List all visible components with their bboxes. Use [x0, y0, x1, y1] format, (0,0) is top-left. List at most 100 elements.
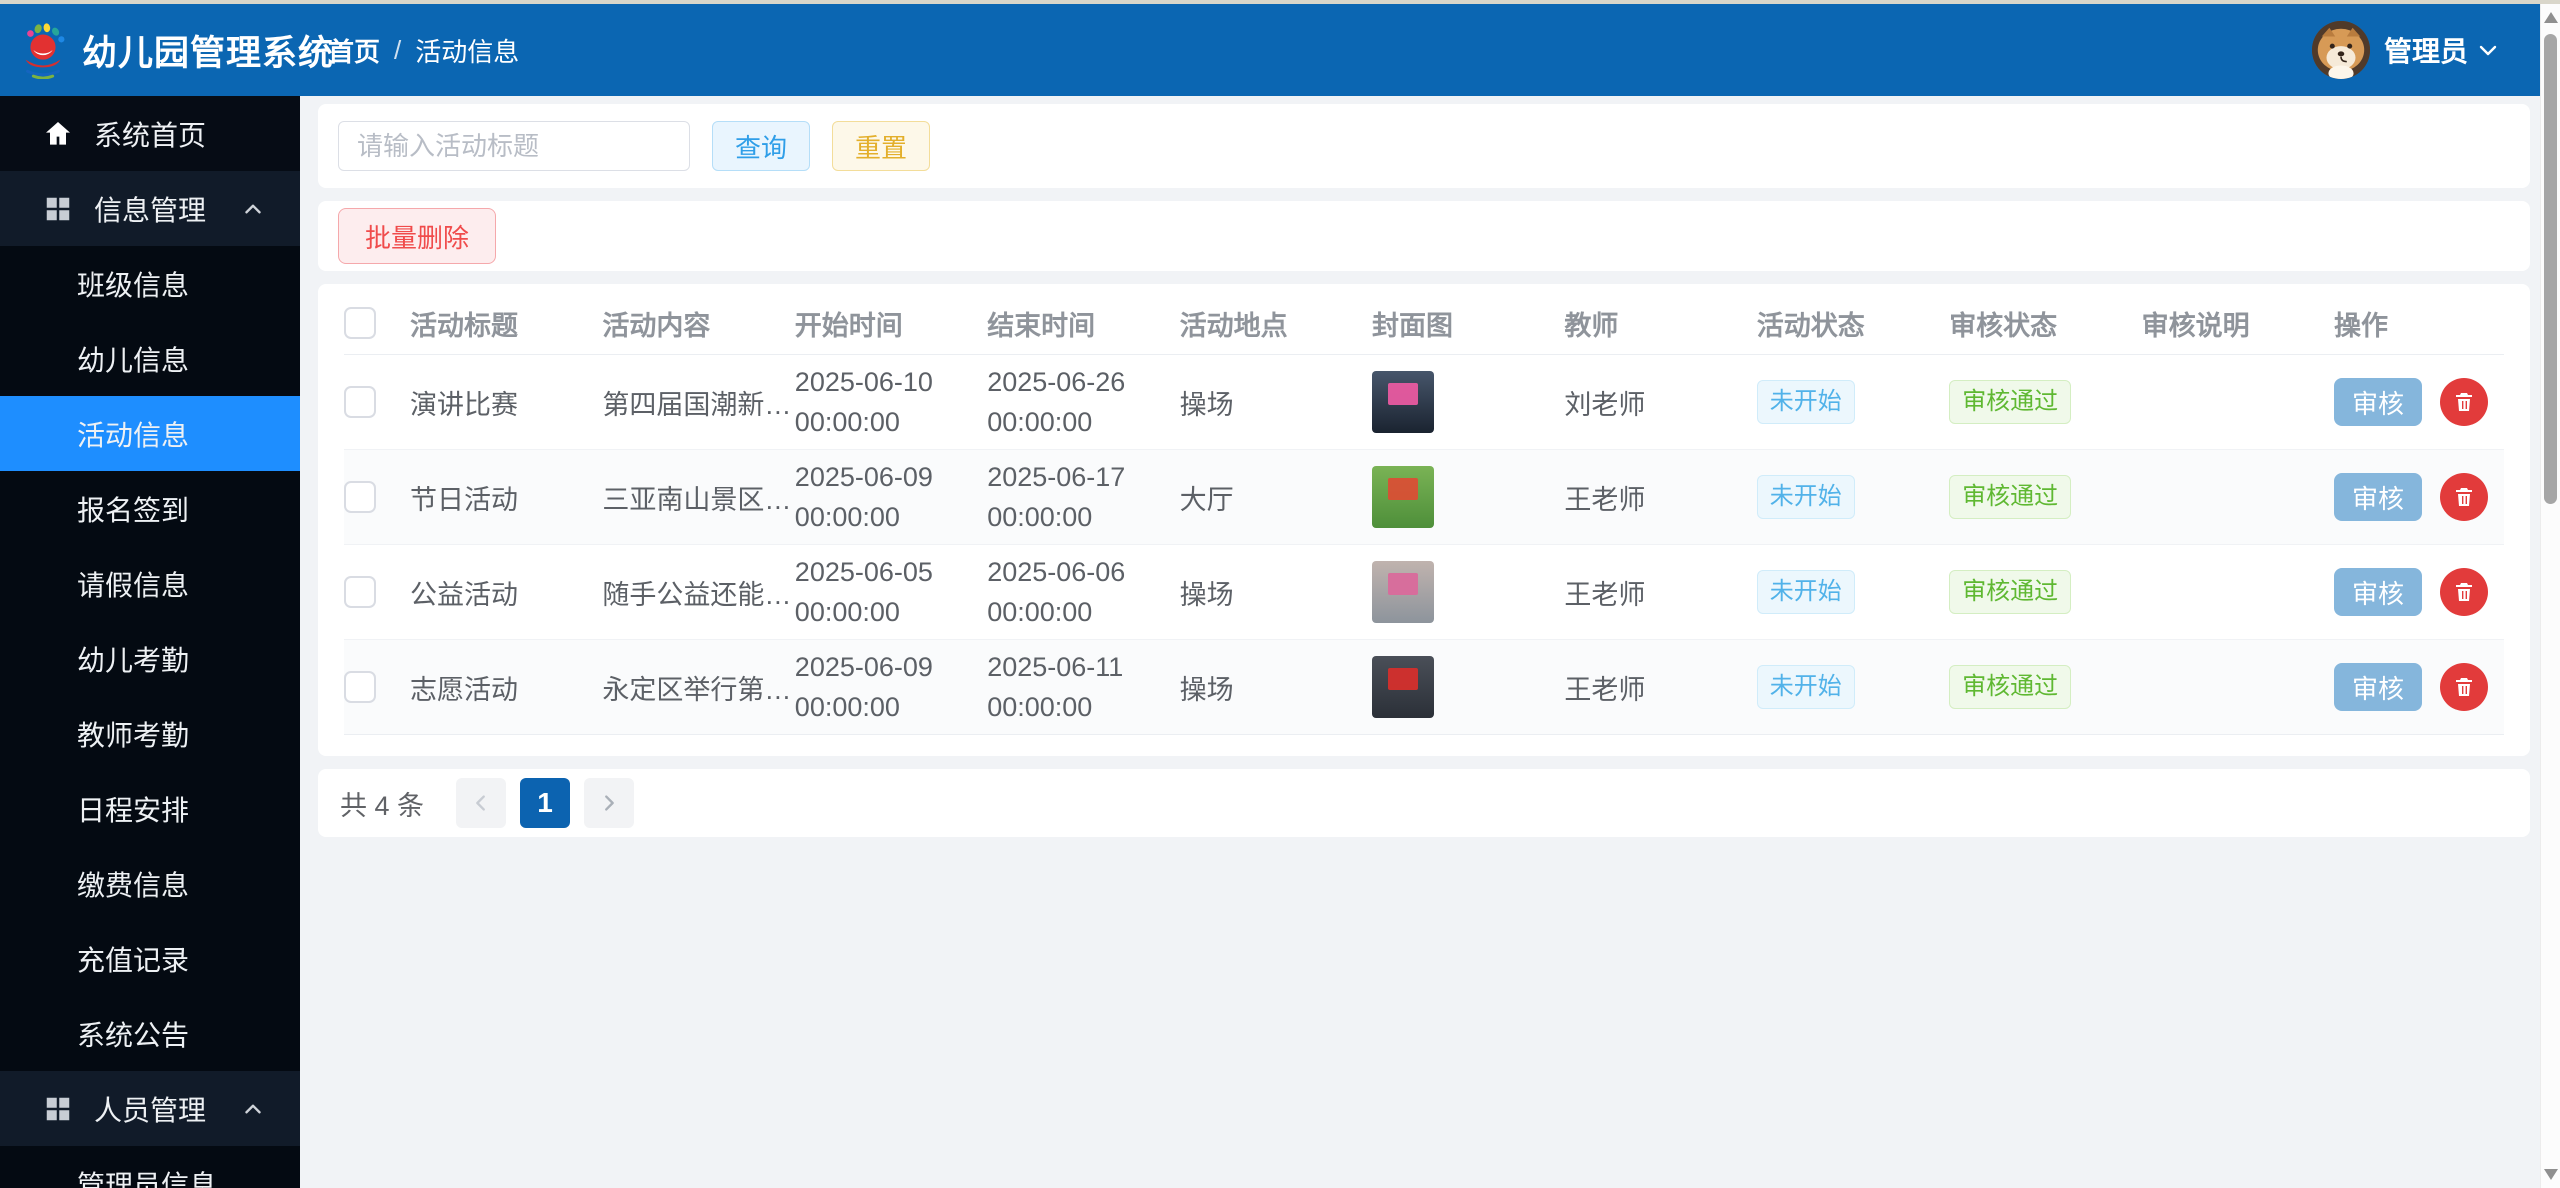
start-time: 2025-06-09 00:00:00 [794, 462, 933, 532]
sidebar-item-label: 活动信息 [77, 419, 190, 451]
row-checkbox[interactable] [344, 481, 376, 513]
pagination-page-1[interactable]: 1 [520, 778, 571, 828]
sidebar-group-personnel[interactable]: 人员管理 [0, 1071, 300, 1146]
delete-button[interactable] [2440, 663, 2488, 711]
batch-delete-button[interactable]: 批量删除 [338, 208, 497, 264]
user-menu[interactable]: 管理员 [2311, 21, 2500, 79]
pagination-next-button[interactable] [584, 778, 635, 828]
col-header-title: 活动标题 [410, 310, 518, 341]
sidebar-item-signup[interactable]: 报名签到 [0, 471, 300, 546]
audit-badge: 审核通过 [1949, 380, 2072, 424]
sidebar-item-schedule[interactable]: 日程安排 [0, 771, 300, 846]
table-row: 节日活动 三亚南山景区… 2025-06-09 00:00:00 2025-06-… [344, 450, 2504, 545]
review-button[interactable]: 审核 [2333, 568, 2422, 616]
end-time: 2025-06-11 00:00:00 [987, 652, 1124, 722]
sidebar-item-recharge[interactable]: 充值记录 [0, 921, 300, 996]
activity-title: 演讲比赛 [410, 389, 518, 420]
sidebar-item-label: 日程安排 [77, 794, 190, 826]
query-button[interactable]: 查询 [712, 121, 811, 171]
col-header-status: 活动状态 [1756, 310, 1865, 341]
activity-content: 三亚南山景区… [602, 484, 792, 515]
sidebar-item-label: 幼儿考勤 [77, 644, 190, 676]
row-checkbox[interactable] [344, 576, 376, 608]
activity-content: 第四届国潮新… [602, 389, 792, 420]
delete-button[interactable] [2440, 473, 2488, 521]
sidebar-group-label: 信息管理 [94, 194, 207, 226]
trash-icon [2456, 583, 2472, 601]
pagination-prev-button[interactable] [456, 778, 507, 828]
sidebar-item-leave-info[interactable]: 请假信息 [0, 546, 300, 621]
activity-cover-image [1371, 656, 1434, 718]
audit-badge: 审核通过 [1949, 475, 2072, 519]
pagination-total: 共 4 条 [340, 790, 425, 821]
col-header-cover: 封面图 [1371, 310, 1453, 341]
sidebar-item-label: 请假信息 [77, 569, 190, 601]
activity-content: 永定区举行第… [602, 674, 792, 705]
user-avatar [2311, 21, 2370, 79]
breadcrumb-separator: / [394, 34, 402, 65]
sidebar-item-activity-info[interactable]: 活动信息 [0, 396, 300, 471]
sidebar-item-label: 缴费信息 [77, 869, 190, 901]
review-button[interactable]: 审核 [2333, 473, 2422, 521]
chevron-up-icon [240, 196, 266, 222]
audit-badge: 审核通过 [1949, 665, 2072, 709]
activity-teacher: 刘老师 [1564, 389, 1646, 420]
activity-teacher: 王老师 [1564, 484, 1646, 515]
status-badge: 未开始 [1756, 380, 1855, 424]
start-time: 2025-06-10 00:00:00 [794, 367, 933, 437]
home-icon [40, 116, 76, 152]
sidebar-item-label: 教师考勤 [77, 719, 190, 751]
activity-cover-image [1371, 371, 1434, 433]
end-time: 2025-06-06 00:00:00 [987, 557, 1126, 627]
page-scrollbar[interactable] [2540, 4, 2560, 1188]
sidebar-item-announcement[interactable]: 系统公告 [0, 996, 300, 1071]
scroll-up-arrow-icon[interactable] [2544, 12, 2558, 23]
search-input[interactable] [338, 121, 690, 171]
col-header-end: 结束时间 [987, 310, 1096, 341]
status-badge: 未开始 [1756, 570, 1855, 614]
breadcrumb-home-link[interactable]: 首页 [328, 32, 380, 69]
sidebar-item-label: 班级信息 [77, 269, 190, 301]
activity-location: 大厅 [1179, 484, 1234, 515]
delete-button[interactable] [2440, 378, 2488, 426]
status-badge: 未开始 [1756, 475, 1855, 519]
app-title: 幼儿园管理系统 [82, 33, 335, 73]
main-content: 查询 重置 批量删除 活动标题 活动内容 开始时间 结束时间 活动地点 封面图 … [300, 96, 2540, 1188]
chevron-left-icon [476, 795, 485, 811]
breadcrumb: 首页 / 活动信息 [328, 32, 519, 69]
row-checkbox[interactable] [344, 386, 376, 418]
row-checkbox[interactable] [344, 671, 376, 703]
sidebar-item-home[interactable]: 系统首页 [0, 96, 300, 171]
sidebar-group-info[interactable]: 信息管理 [0, 171, 300, 246]
col-header-ops: 操作 [2333, 310, 2388, 341]
trash-icon [2456, 393, 2472, 411]
sidebar-item-label: 管理员信息 [77, 1169, 218, 1188]
sidebar-item-class-info[interactable]: 班级信息 [0, 246, 300, 321]
grid-icon [40, 191, 76, 227]
activity-location: 操场 [1179, 674, 1234, 705]
trash-icon [2456, 488, 2472, 506]
delete-button[interactable] [2440, 568, 2488, 616]
logo-area: 幼儿园管理系统 [0, 21, 333, 79]
col-header-content: 活动内容 [602, 310, 711, 341]
sidebar-item-admin-info[interactable]: 管理员信息 [0, 1146, 300, 1188]
sidebar-item-child-attendance[interactable]: 幼儿考勤 [0, 621, 300, 696]
reset-button[interactable]: 重置 [832, 121, 931, 171]
activity-cover-image [1371, 466, 1434, 528]
col-header-audit: 审核状态 [1949, 310, 2058, 341]
app-header: 幼儿园管理系统 首页 / 活动信息 管理员 [0, 4, 2540, 96]
table-row: 演讲比赛 第四届国潮新… 2025-06-10 00:00:00 2025-06-… [344, 355, 2504, 450]
scroll-down-arrow-icon[interactable] [2544, 1169, 2558, 1180]
sidebar-item-child-info[interactable]: 幼儿信息 [0, 321, 300, 396]
sidebar-item-teacher-attendance[interactable]: 教师考勤 [0, 696, 300, 771]
sidebar-item-payment[interactable]: 缴费信息 [0, 846, 300, 921]
activity-teacher: 王老师 [1564, 674, 1646, 705]
sidebar-group-label: 人员管理 [94, 1094, 207, 1126]
review-button[interactable]: 审核 [2333, 378, 2422, 426]
select-all-checkbox[interactable] [344, 307, 376, 339]
scrollbar-thumb[interactable] [2544, 34, 2557, 504]
activity-title: 志愿活动 [410, 674, 518, 705]
review-button[interactable]: 审核 [2333, 663, 2422, 711]
col-header-audit-note: 审核说明 [2141, 310, 2250, 341]
sidebar: 系统首页 信息管理 班级信息 幼儿信息 活动信息 报名签到 请假信息 幼儿考勤 … [0, 96, 300, 1188]
